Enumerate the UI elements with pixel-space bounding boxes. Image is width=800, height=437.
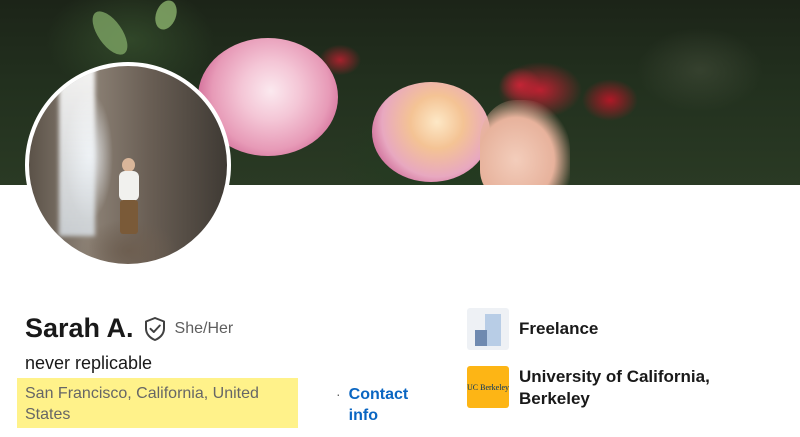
profile-name: Sarah A. [25,313,134,343]
banner-hand [480,100,570,185]
banner-rose-peach [372,82,490,182]
profile-headline: never replicable [25,353,153,373]
banner-leaf [85,5,135,61]
name-row: Sarah A. She/Her [25,313,233,344]
avatar-person-legs [120,200,138,234]
avatar-waterfall [59,66,95,236]
avatar-person-head [122,158,135,172]
freelance-logo-icon [467,308,509,350]
uc-berkeley-logo-icon: UC Berkeley [467,366,509,408]
profile-pronouns: She/Her [174,319,234,337]
org-name: Freelance [519,319,599,338]
verified-shield-icon[interactable] [143,316,167,342]
profile-location: San Francisco, California, United States [17,378,298,428]
avatar-person-body [119,171,139,201]
contact-info: · Contact info [336,384,429,426]
org-name: University of California, Berkeley [519,367,710,408]
contact-info-link[interactable]: Contact info [349,384,429,426]
berkeley-logo-text: UC Berkeley [467,382,509,392]
profile-avatar[interactable] [25,62,231,268]
banner-leaf [151,0,181,33]
contact-separator: · [336,386,341,402]
org-freelance[interactable]: Freelance [467,308,598,350]
org-uc-berkeley[interactable]: UC Berkeley University of California, Be… [467,366,749,410]
